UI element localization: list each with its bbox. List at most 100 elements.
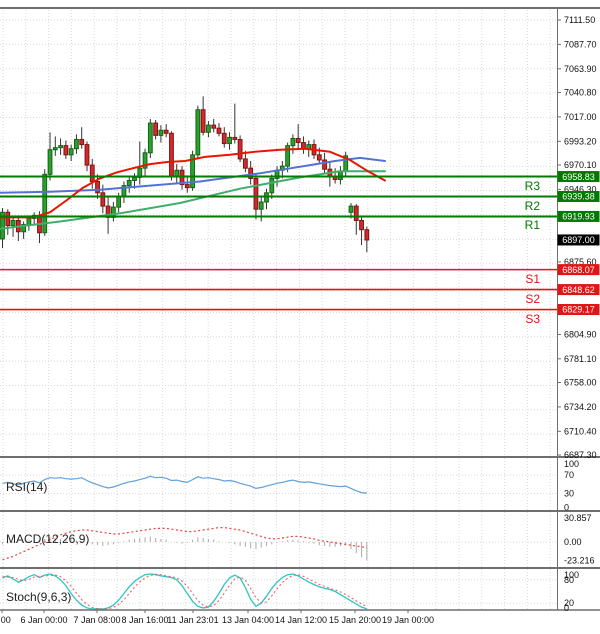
level-badge-S3: 6829.17	[558, 304, 600, 315]
candle-body	[243, 159, 247, 168]
candle-body	[53, 148, 57, 150]
candle-body	[170, 133, 174, 176]
price-axis-label: 7087.70	[564, 39, 597, 49]
level-badge-S3-text: 6829.17	[562, 305, 595, 315]
trading-chart-window: 7111.507087.707063.907040.807017.006993.…	[0, 0, 600, 634]
stoch-panel-label: Stoch(9,6,3)	[6, 590, 71, 604]
time-axis-label: 14 Jan 12:00	[275, 615, 327, 625]
candle-body	[360, 220, 364, 229]
time-axis-label: 15 Jan 20:00	[329, 615, 381, 625]
time-axis-label: 0:00	[0, 615, 11, 625]
rsi-panel-label: RSI(14)	[6, 480, 47, 494]
level-label-S1: S1	[525, 272, 540, 286]
candle	[196, 106, 200, 159]
level-label-R2: R2	[525, 199, 540, 213]
time-axis-label: 19 Jan 00:00	[382, 615, 434, 625]
rsi-scale-label: 0	[564, 503, 569, 513]
level-badge-R3: 6958.83	[558, 171, 600, 182]
candle-body	[159, 130, 163, 135]
macd-scale-label: -23.216	[564, 556, 595, 566]
candle-body	[217, 128, 221, 133]
price-axis-label: 7063.90	[564, 64, 597, 74]
candle-body	[127, 180, 131, 185]
rsi-scale-label: 100	[564, 459, 579, 469]
candle-body	[201, 110, 205, 133]
candle-body	[259, 202, 263, 209]
candle-body	[354, 206, 358, 220]
level-badge-S2: 6848.62	[558, 284, 600, 295]
level-label-S3: S3	[525, 312, 540, 326]
candle-body	[75, 139, 79, 148]
candle-body	[254, 178, 258, 209]
candle-body	[233, 137, 237, 139]
level-label-R1: R1	[525, 218, 540, 232]
price-axis-label: 6804.90	[564, 329, 597, 339]
candle	[148, 119, 152, 158]
candle-body	[27, 218, 31, 224]
candle-body	[222, 133, 226, 143]
current-price-badge-text: 6897.00	[562, 235, 595, 245]
level-badge-R1-text: 6919.93	[562, 212, 595, 222]
candle-body	[238, 139, 242, 158]
candle-body	[196, 110, 200, 155]
price-axis-label: 7017.00	[564, 112, 597, 122]
candle-body	[207, 125, 211, 132]
candle-body	[317, 155, 321, 160]
time-axis-label: 13 Jan 04:00	[222, 615, 274, 625]
candle-body	[270, 178, 274, 192]
candle-body	[69, 149, 73, 155]
price-axis-label: 6710.40	[564, 426, 597, 436]
rsi-scale-label: 30	[564, 489, 574, 499]
time-axis-label: 11 Jan 23:01	[167, 615, 218, 625]
macd-panel-label: MACD(12,26,9)	[6, 532, 89, 546]
current-price-badge: 6897.00	[558, 234, 600, 245]
macd-scale-label: 30.857	[564, 513, 592, 523]
candle-body	[349, 206, 353, 212]
level-badge-S1: 6868.07	[558, 264, 600, 275]
time-axis-label: 8 Jan 16:00	[121, 615, 168, 625]
candle-body	[212, 125, 216, 128]
price-axis-label: 6970.10	[564, 160, 597, 170]
candle-body	[296, 138, 300, 142]
price-axis-label: 6781.10	[564, 354, 597, 364]
time-axis-label: 6 Jan 00:00	[20, 615, 67, 625]
stoch-scale-label: 0	[564, 603, 569, 613]
candle-body	[365, 230, 369, 240]
candle-body	[228, 137, 232, 143]
candle	[191, 151, 195, 191]
candle-body	[80, 139, 84, 144]
level-badge-R2: 6939.38	[558, 191, 600, 202]
level-badge-S1-text: 6868.07	[562, 265, 595, 275]
candle-body	[117, 197, 121, 207]
stoch-scale-label: 80	[564, 575, 574, 585]
candle-body	[185, 185, 189, 188]
candle-body	[133, 177, 137, 180]
price-axis-label: 7040.80	[564, 88, 597, 98]
time-axis-label: 7 Jan 08:00	[73, 615, 120, 625]
macd-scale-label: 0.00	[564, 537, 582, 547]
candle-body	[59, 146, 63, 148]
candle-body	[48, 150, 52, 175]
level-label-R3: R3	[525, 179, 540, 193]
candle-body	[101, 193, 105, 206]
candle-body	[154, 123, 158, 135]
candle-body	[90, 165, 94, 181]
candle-body	[291, 138, 295, 145]
candle	[43, 169, 47, 236]
candle-body	[175, 170, 179, 176]
level-badge-R3-text: 6958.83	[562, 172, 595, 182]
candle	[170, 131, 174, 180]
candle-body	[11, 220, 15, 225]
candle-body	[64, 146, 68, 155]
level-badge-S2-text: 6848.62	[562, 285, 595, 295]
candle-body	[85, 145, 89, 166]
price-axis-label: 6758.00	[564, 378, 597, 388]
candle-body	[96, 182, 100, 193]
level-badge-R2-text: 6939.38	[562, 192, 595, 202]
candle-body	[164, 130, 168, 133]
candle	[238, 135, 242, 162]
chart-canvas[interactable]: 7111.507087.707063.907040.807017.006993.…	[0, 0, 600, 634]
level-label-S2: S2	[525, 292, 540, 306]
rsi-scale-label: 70	[564, 470, 574, 480]
level-badge-R1: 6919.93	[558, 211, 600, 222]
